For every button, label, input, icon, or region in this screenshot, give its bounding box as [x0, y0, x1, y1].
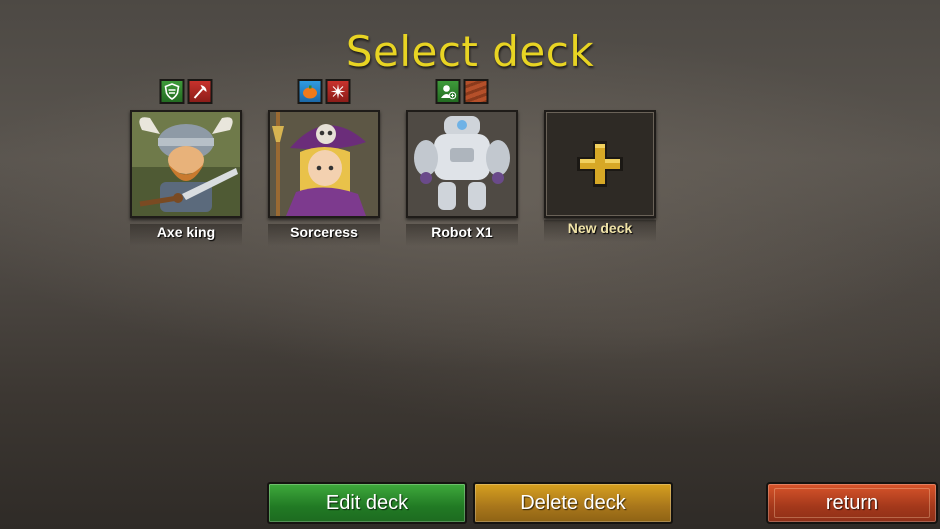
deck-badges	[159, 79, 213, 104]
pumpkin-icon	[297, 79, 323, 104]
deck-card-axe-king[interactable]: Axe king	[130, 79, 242, 246]
deck-name: Sorceress	[268, 224, 380, 246]
page-title: Select deck	[345, 27, 595, 76]
spark-icon	[325, 79, 351, 104]
new-deck-button[interactable]: New deck	[544, 110, 656, 242]
sorceress-portrait	[268, 110, 380, 218]
deck-name: Axe king	[130, 224, 242, 246]
new-deck-label: New deck	[544, 220, 656, 242]
person-add-icon	[435, 79, 461, 104]
axe-icon	[187, 79, 213, 104]
deck-badges	[435, 79, 489, 104]
deck-name: Robot X1	[406, 224, 518, 246]
deck-card-robot-x1[interactable]: Robot X1	[406, 79, 518, 246]
new-deck-tile	[544, 110, 656, 218]
deck-badges	[297, 79, 351, 104]
delete-deck-button[interactable]: Delete deck	[473, 482, 673, 524]
return-button[interactable]: return	[766, 482, 938, 524]
axe-king-portrait	[130, 110, 242, 218]
shield-icon	[159, 79, 185, 104]
deck-card-sorceress[interactable]: Sorceress	[268, 79, 380, 246]
edit-deck-button[interactable]: Edit deck	[267, 482, 467, 524]
plus-icon	[577, 141, 623, 187]
robot-x1-portrait	[406, 110, 518, 218]
wood-icon	[463, 79, 489, 104]
